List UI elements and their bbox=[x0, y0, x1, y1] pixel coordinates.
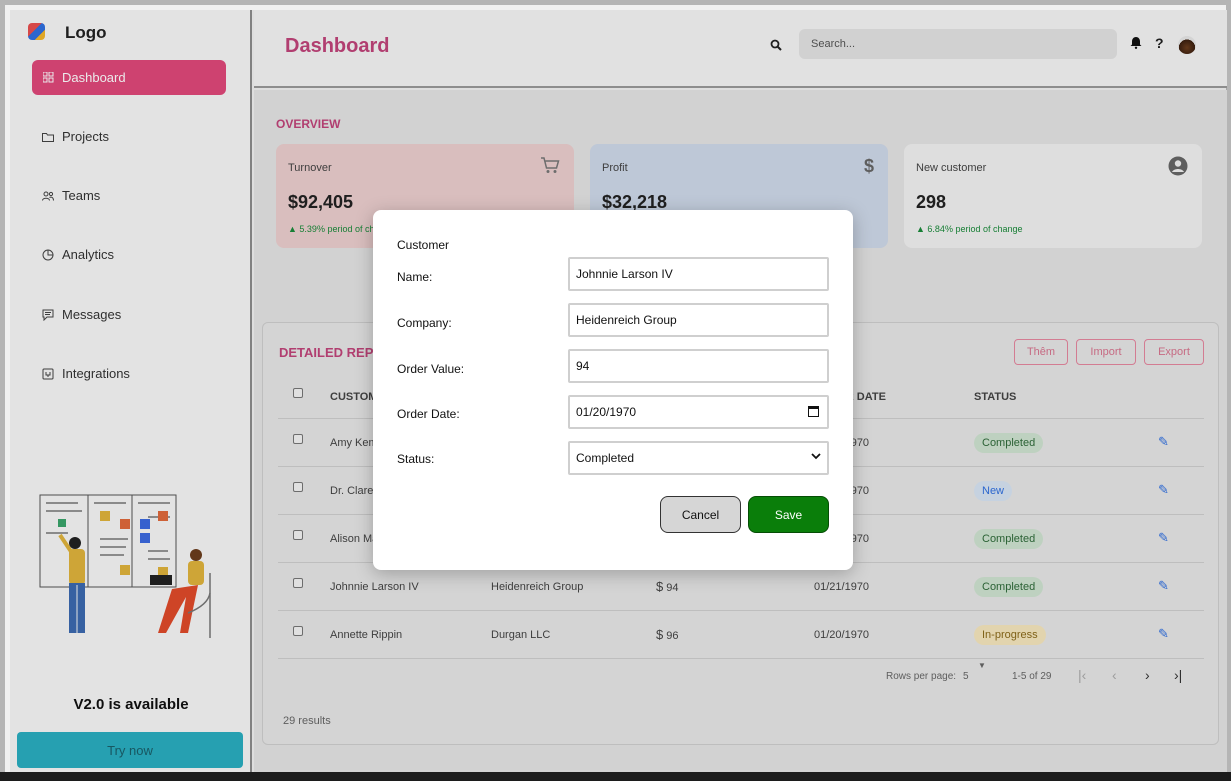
name-field[interactable]: Johnnie Larson IV bbox=[568, 257, 829, 291]
order-date-field[interactable]: 01/20/1970 bbox=[568, 395, 829, 429]
company-label: Company: bbox=[397, 316, 452, 330]
customer-dialog: Customer Name: Johnnie Larson IV Company… bbox=[373, 210, 853, 570]
order-date-label: Order Date: bbox=[397, 407, 460, 421]
order-value-field[interactable]: 94 bbox=[568, 349, 829, 383]
order-value-label: Order Value: bbox=[397, 362, 465, 376]
status-select-value: Completed bbox=[576, 451, 635, 465]
company-field[interactable]: Heidenreich Group bbox=[568, 303, 829, 337]
save-button[interactable]: Save bbox=[748, 496, 829, 533]
calendar-icon[interactable] bbox=[808, 406, 819, 417]
chevron-down-icon[interactable] bbox=[811, 452, 821, 463]
cancel-button[interactable]: Cancel bbox=[660, 496, 741, 533]
status-select[interactable]: Completed bbox=[568, 441, 829, 475]
dialog-title: Customer bbox=[397, 238, 450, 252]
order-date-value: 01/20/1970 bbox=[576, 405, 637, 419]
name-label: Name: bbox=[397, 270, 433, 284]
status-label: Status: bbox=[397, 452, 435, 466]
taskbar-strip bbox=[0, 772, 1231, 781]
